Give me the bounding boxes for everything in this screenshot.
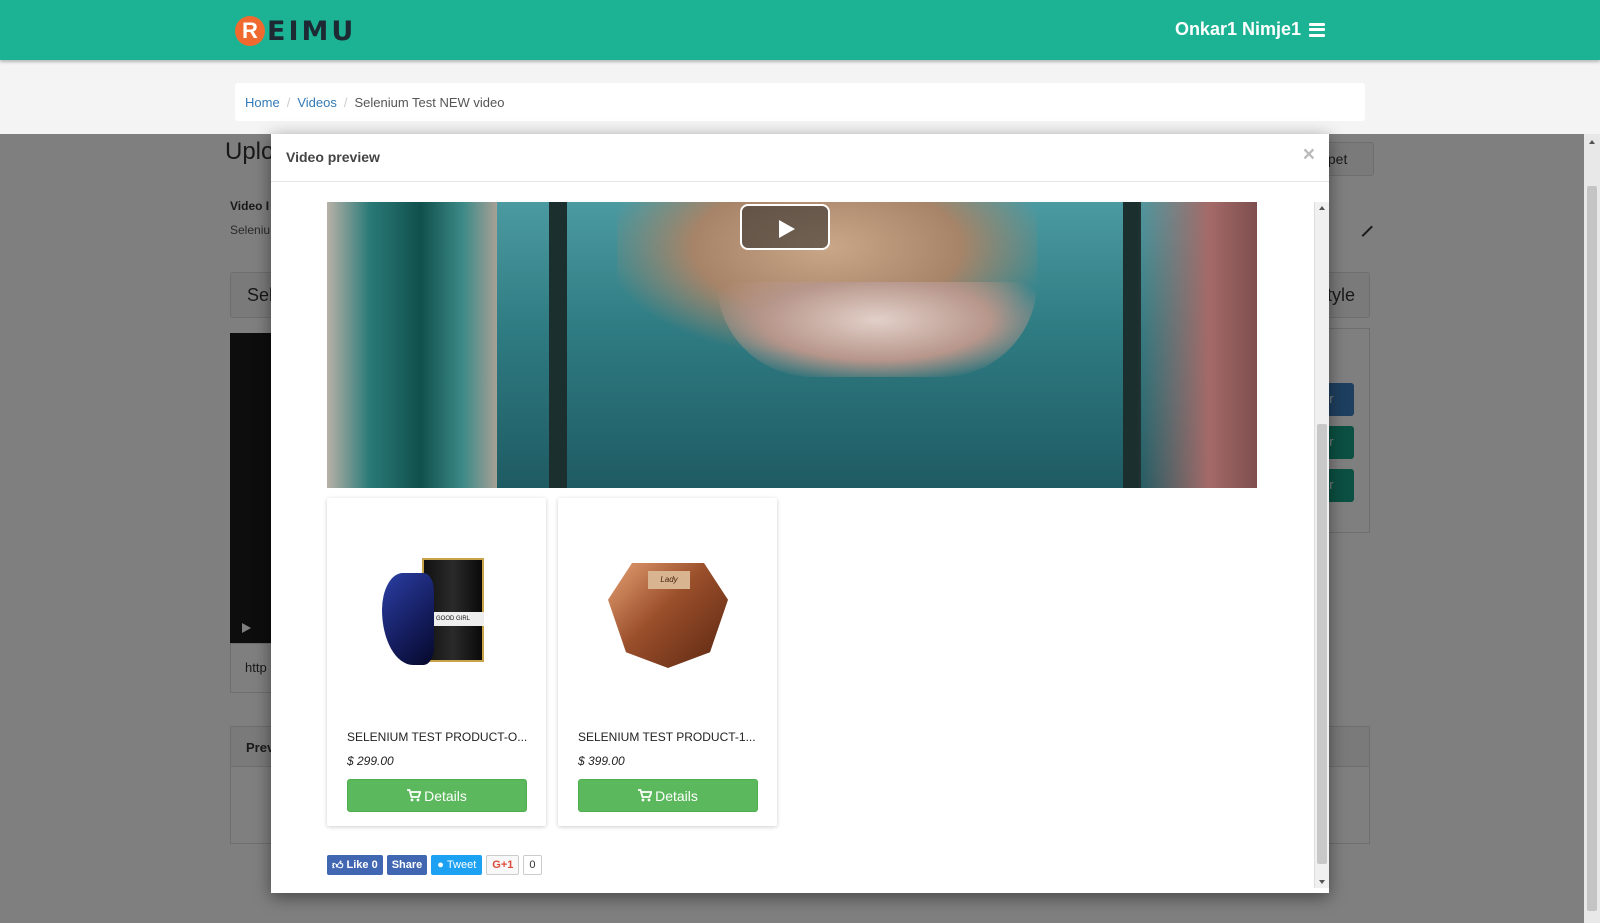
product-image-text: Lady (648, 571, 690, 589)
close-icon[interactable]: × (1303, 144, 1315, 165)
video-player[interactable] (327, 202, 1257, 488)
tweet-label: Tweet (446, 859, 477, 871)
breadcrumb-videos[interactable]: Videos (297, 95, 337, 110)
hamburger-icon[interactable] (1309, 22, 1325, 37)
video-frame-dress (327, 202, 497, 488)
thumbs-up-icon: 👍︎ (332, 859, 344, 872)
product-image: GOOD GIRL (347, 518, 527, 708)
product-card: Lady SELENIUM TEST PRODUCT-1... $ 399.00… (558, 498, 777, 826)
page-scrollbar-thumb[interactable] (1587, 186, 1597, 911)
google-plus-count: 0 (523, 855, 542, 875)
logo-text: EIMU (267, 15, 357, 47)
product-card: GOOD GIRL SELENIUM TEST PRODUCT-O... $ 2… (327, 498, 546, 826)
top-navbar: R EIMU Onkar1 Nimje1 (0, 0, 1600, 60)
product-name: SELENIUM TEST PRODUCT-O... (347, 730, 528, 744)
product-price: $ 299.00 (347, 754, 394, 768)
perfume-lady-million-image: Lady (603, 553, 733, 673)
details-button[interactable]: Details (347, 779, 527, 812)
page-scrollbar[interactable] (1584, 134, 1600, 923)
cart-icon (407, 789, 422, 802)
social-share-bar: 👍︎ Like 0 Share ● Tweet G+1 0 (327, 855, 542, 875)
video-preview-modal: Video preview × GOOD GIRL SELENIUM TEST … (271, 134, 1329, 893)
scroll-up-icon[interactable] (1319, 206, 1325, 210)
play-icon (779, 220, 795, 238)
facebook-share-button[interactable]: Share (386, 855, 428, 875)
modal-title: Video preview (286, 149, 380, 165)
cart-icon (638, 789, 653, 802)
tweet-button[interactable]: ● Tweet (431, 855, 483, 875)
product-price: $ 399.00 (578, 754, 625, 768)
perfume-good-girl-image: GOOD GIRL (382, 558, 492, 668)
facebook-like-label: Like 0 (346, 859, 378, 871)
reimu-logo[interactable]: R EIMU (235, 15, 356, 47)
facebook-like-button[interactable]: 👍︎ Like 0 (327, 855, 383, 875)
modal-body: GOOD GIRL SELENIUM TEST PRODUCT-O... $ 2… (271, 202, 1313, 888)
user-menu[interactable]: Onkar1 Nimje1 (1175, 19, 1325, 40)
play-button[interactable] (740, 204, 830, 250)
twitter-bird-icon: ● (437, 859, 444, 871)
logo-badge: R (235, 16, 265, 46)
modal-scrollbar[interactable] (1314, 202, 1329, 888)
breadcrumb-separator: / (343, 94, 348, 110)
breadcrumb-separator: / (286, 94, 291, 110)
details-button-label: Details (424, 787, 467, 804)
modal-header: Video preview × (271, 134, 1329, 182)
product-name: SELENIUM TEST PRODUCT-1... (578, 730, 756, 744)
video-frame-strip (549, 202, 567, 488)
video-frame-right (1137, 202, 1257, 488)
modal-scrollbar-thumb[interactable] (1317, 424, 1327, 864)
google-plus-button[interactable]: G+1 (486, 855, 520, 875)
user-name: Onkar1 Nimje1 (1174, 19, 1301, 39)
details-button-label: Details (655, 787, 698, 804)
product-list: GOOD GIRL SELENIUM TEST PRODUCT-O... $ 2… (327, 498, 777, 826)
breadcrumb: Home / Videos / Selenium Test NEW video (235, 83, 1365, 121)
video-frame-shell (717, 282, 1037, 377)
scroll-down-icon[interactable] (1319, 880, 1325, 884)
details-button[interactable]: Details (578, 779, 758, 812)
scroll-up-icon[interactable] (1589, 140, 1595, 144)
breadcrumb-current: Selenium Test NEW video (354, 94, 505, 110)
product-image: Lady (578, 518, 758, 708)
breadcrumb-home[interactable]: Home (245, 95, 280, 110)
